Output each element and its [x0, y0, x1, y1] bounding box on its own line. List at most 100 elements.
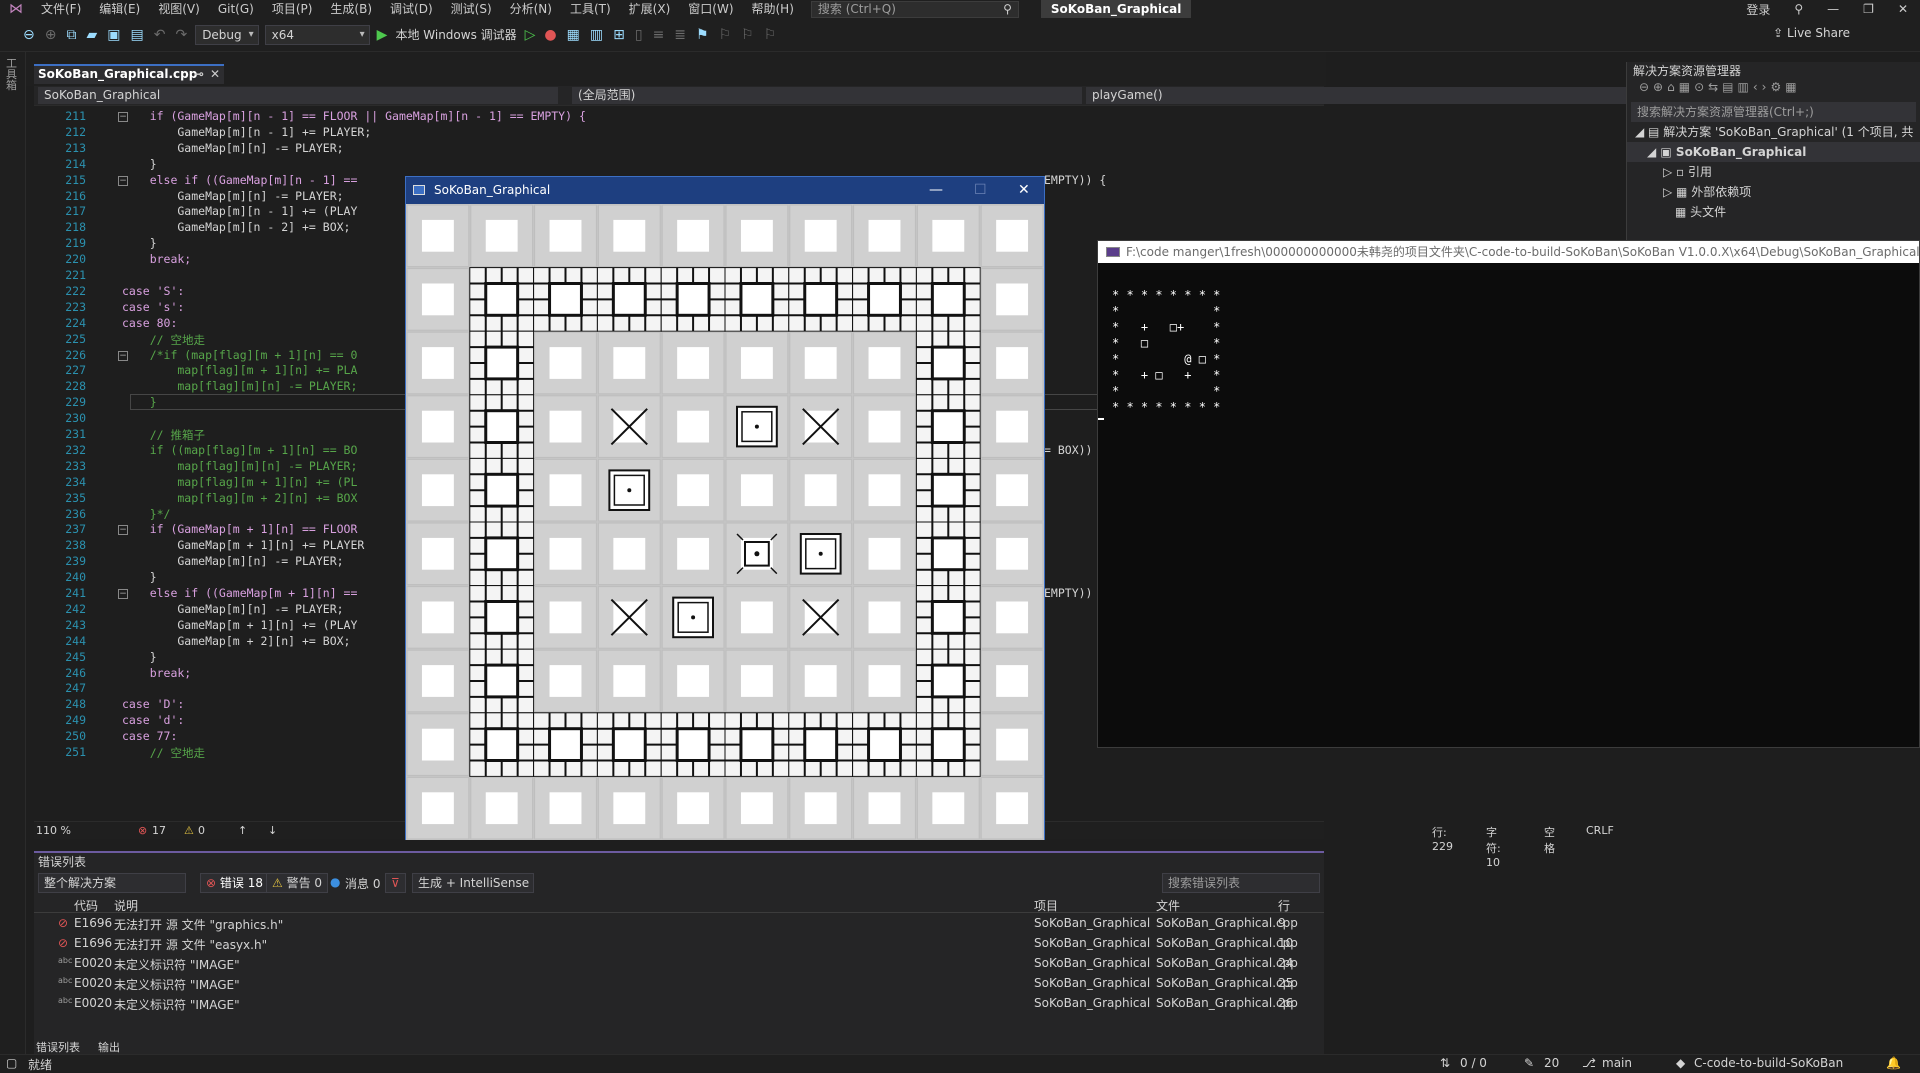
bookmark-clear-icon[interactable]: ⚐ [759, 27, 782, 43]
nav-function-dropdown[interactable]: playGame() [1086, 87, 1642, 104]
bookmark-icon[interactable]: ⚑ [691, 27, 714, 43]
tab-output[interactable]: 输出 [98, 1039, 120, 1055]
back-icon[interactable]: ⊖ [18, 27, 40, 43]
solution-explorer-toolbar[interactable]: ⊖⊕⌂▦⊙⇆▤▥‹›⚙▦ [1627, 80, 1920, 102]
repo-name[interactable]: C-code-to-build-SoKoBan [1694, 1056, 1843, 1070]
repo-icon[interactable]: ◆ [1676, 1056, 1685, 1070]
nav-scope-dropdown[interactable]: (全局范围) [572, 87, 1082, 104]
pending-edits[interactable]: 20 [1544, 1056, 1559, 1070]
start-debug-icon[interactable]: ▶ [373, 27, 392, 43]
messages-filter-label[interactable]: 消息 0 [345, 875, 380, 892]
sync-icon[interactable]: ⇅ [1440, 1056, 1450, 1070]
bookmark-next-icon[interactable]: ⚐ [736, 27, 759, 43]
error-count[interactable]: 17 [152, 824, 166, 837]
comment-icon[interactable]: ≡ [648, 27, 670, 43]
error-row[interactable]: abc E0020 未定义标识符 "IMAGE" SoKoBan_Graphical S… [34, 993, 1324, 1013]
error-row[interactable]: ⊘ E1696 无法打开 源 文件 "easyx.h" SoKoBan_Graphic… [34, 933, 1324, 953]
external-deps-node[interactable]: ▷ ▦ 外部依赖项 [1627, 182, 1920, 202]
platform-dropdown[interactable]: x64 [264, 24, 370, 45]
live-share-button[interactable]: ⇪ Live Share [1773, 26, 1850, 40]
toolbar-misc-icon[interactable]: ⊞ [608, 27, 630, 43]
sync-status[interactable]: 0 / 0 [1460, 1056, 1487, 1070]
warnings-filter-button[interactable]: ⚠ 警告 0 [266, 873, 329, 893]
pending-edits-icon[interactable]: ✎ [1524, 1056, 1534, 1070]
sokoban-titlebar[interactable]: SoKoBan_Graphical — ☐ ✕ [406, 177, 1044, 204]
references-node[interactable]: ▷ ▫ 引用 [1627, 162, 1920, 182]
col-description[interactable]: 说明 [114, 897, 138, 914]
header-files-node[interactable]: ▦ 头文件 [1627, 202, 1920, 222]
open-folder-icon[interactable]: ▰ [81, 27, 102, 43]
menu-window[interactable]: 窗口(W) [679, 0, 742, 18]
sokoban-minimize-button[interactable]: — [929, 177, 943, 204]
col-line[interactable]: 行 [1278, 897, 1290, 914]
tab-error-list[interactable]: 错误列表 [36, 1039, 80, 1055]
branch-name[interactable]: main [1602, 1056, 1632, 1070]
nav-project-dropdown[interactable]: SoKoBan_Graphical [38, 87, 558, 104]
menu-git[interactable]: Git(G) [209, 0, 263, 18]
minimize-button[interactable]: — [1815, 2, 1851, 16]
menu-help[interactable]: 帮助(H) [743, 0, 803, 18]
warning-count[interactable]: 0 [198, 824, 205, 837]
undo-icon[interactable]: ↶ [149, 27, 171, 43]
eol-mode[interactable]: CRLF [1586, 824, 1614, 837]
uncomment-icon[interactable]: ≣ [669, 27, 691, 43]
save-all-icon[interactable]: ▤ [125, 27, 148, 43]
filter-icon[interactable]: ⊽ [385, 873, 406, 893]
col-code[interactable]: 代码 [74, 897, 98, 914]
toolbar-misc-icon[interactable]: ▥ [585, 27, 608, 43]
menu-debug[interactable]: 调试(D) [381, 0, 442, 18]
config-dropdown[interactable]: Debug [195, 24, 259, 45]
branch-icon[interactable]: ⎇ [1582, 1056, 1596, 1070]
menu-file[interactable]: 文件(F) [32, 0, 90, 18]
start-without-debug-icon[interactable]: ▷ [521, 27, 540, 43]
menu-edit[interactable]: 编辑(E) [90, 0, 149, 18]
error-search-input[interactable]: 搜索错误列表 [1162, 873, 1320, 893]
editor-tab[interactable]: SoKoBan_Graphical.cpp ⊸ ✕ [34, 64, 224, 84]
console-titlebar[interactable]: F:\code manger\1fresh\000000000000未韩尧的项目… [1098, 241, 1919, 263]
error-row[interactable]: ⊘ E1696 无法打开 源 文件 "graphics.h" SoKoBan_Grap… [34, 913, 1324, 933]
pin-icon[interactable]: ⊸ [194, 66, 204, 82]
search-box[interactable]: 搜索 (Ctrl+Q) ⚲ [810, 0, 1019, 18]
scope-dropdown[interactable]: 整个解决方案 [38, 873, 186, 893]
indent-mode[interactable]: 空格 [1544, 824, 1555, 856]
project-node[interactable]: ◢ ▣ SoKoBan_Graphical [1627, 142, 1920, 162]
save-icon[interactable]: ▣ [102, 27, 125, 43]
error-row[interactable]: abc E0020 未定义标识符 "IMAGE" SoKoBan_Graphical S… [34, 973, 1324, 993]
redo-icon[interactable]: ↷ [170, 27, 192, 43]
sokoban-board[interactable] [406, 204, 1044, 840]
new-item-icon[interactable]: ⧉ [61, 27, 81, 43]
restore-button[interactable]: ❐ [1851, 2, 1886, 16]
forward-icon[interactable]: ⊕ [40, 27, 62, 43]
close-tab-icon[interactable]: ✕ [210, 66, 220, 82]
solution-search-input[interactable]: 搜索解决方案资源管理器(Ctrl+;) [1631, 102, 1916, 122]
toolbox-tab[interactable]: 工具箱 [0, 52, 25, 97]
console-window[interactable]: F:\code manger\1fresh\000000000000未韩尧的项目… [1097, 240, 1920, 748]
feedback-icon[interactable]: ⚲ [1782, 2, 1815, 16]
errors-filter-button[interactable]: ⊗ 错误 18 [200, 873, 269, 893]
sokoban-window[interactable]: SoKoBan_Graphical — ☐ ✕ [405, 176, 1045, 840]
prev-issue-icon[interactable]: ↑ [238, 824, 247, 837]
run-debugger-button[interactable]: 本地 Windows 调试器 [391, 26, 520, 43]
next-issue-icon[interactable]: ↓ [268, 824, 277, 837]
login-link[interactable]: 登录 [1734, 1, 1782, 18]
menu-tools[interactable]: 工具(T) [561, 0, 620, 18]
notifications-icon[interactable]: 🔔 [1886, 1056, 1901, 1070]
zoom-level[interactable]: 110 % [36, 824, 71, 837]
solution-node[interactable]: ◢ ▤ 解决方案 'SoKoBan_Graphical' (1 个项目, 共 [1627, 122, 1920, 142]
bookmark-prev-icon[interactable]: ⚐ [714, 27, 737, 43]
menu-view[interactable]: 视图(V) [149, 0, 209, 18]
menu-test[interactable]: 测试(S) [442, 0, 501, 18]
menu-project[interactable]: 项目(P) [263, 0, 322, 18]
col-file[interactable]: 文件 [1156, 897, 1180, 914]
toolbar-misc-icon[interactable]: ▯ [630, 27, 648, 43]
hot-reload-icon[interactable]: ● [539, 27, 561, 43]
menu-analyze[interactable]: 分析(N) [501, 0, 561, 18]
sokoban-close-button[interactable]: ✕ [1018, 177, 1030, 204]
sokoban-maximize-button[interactable]: ☐ [974, 177, 987, 204]
build-intellisense-dropdown[interactable]: 生成 + IntelliSense [412, 873, 534, 893]
toolbar-misc-icon[interactable]: ▦ [562, 27, 585, 43]
menu-build[interactable]: 生成(B) [321, 0, 381, 18]
close-button[interactable]: ✕ [1886, 2, 1920, 16]
menu-extensions[interactable]: 扩展(X) [620, 0, 680, 18]
error-row[interactable]: abc E0020 未定义标识符 "IMAGE" SoKoBan_Graphical S… [34, 953, 1324, 973]
